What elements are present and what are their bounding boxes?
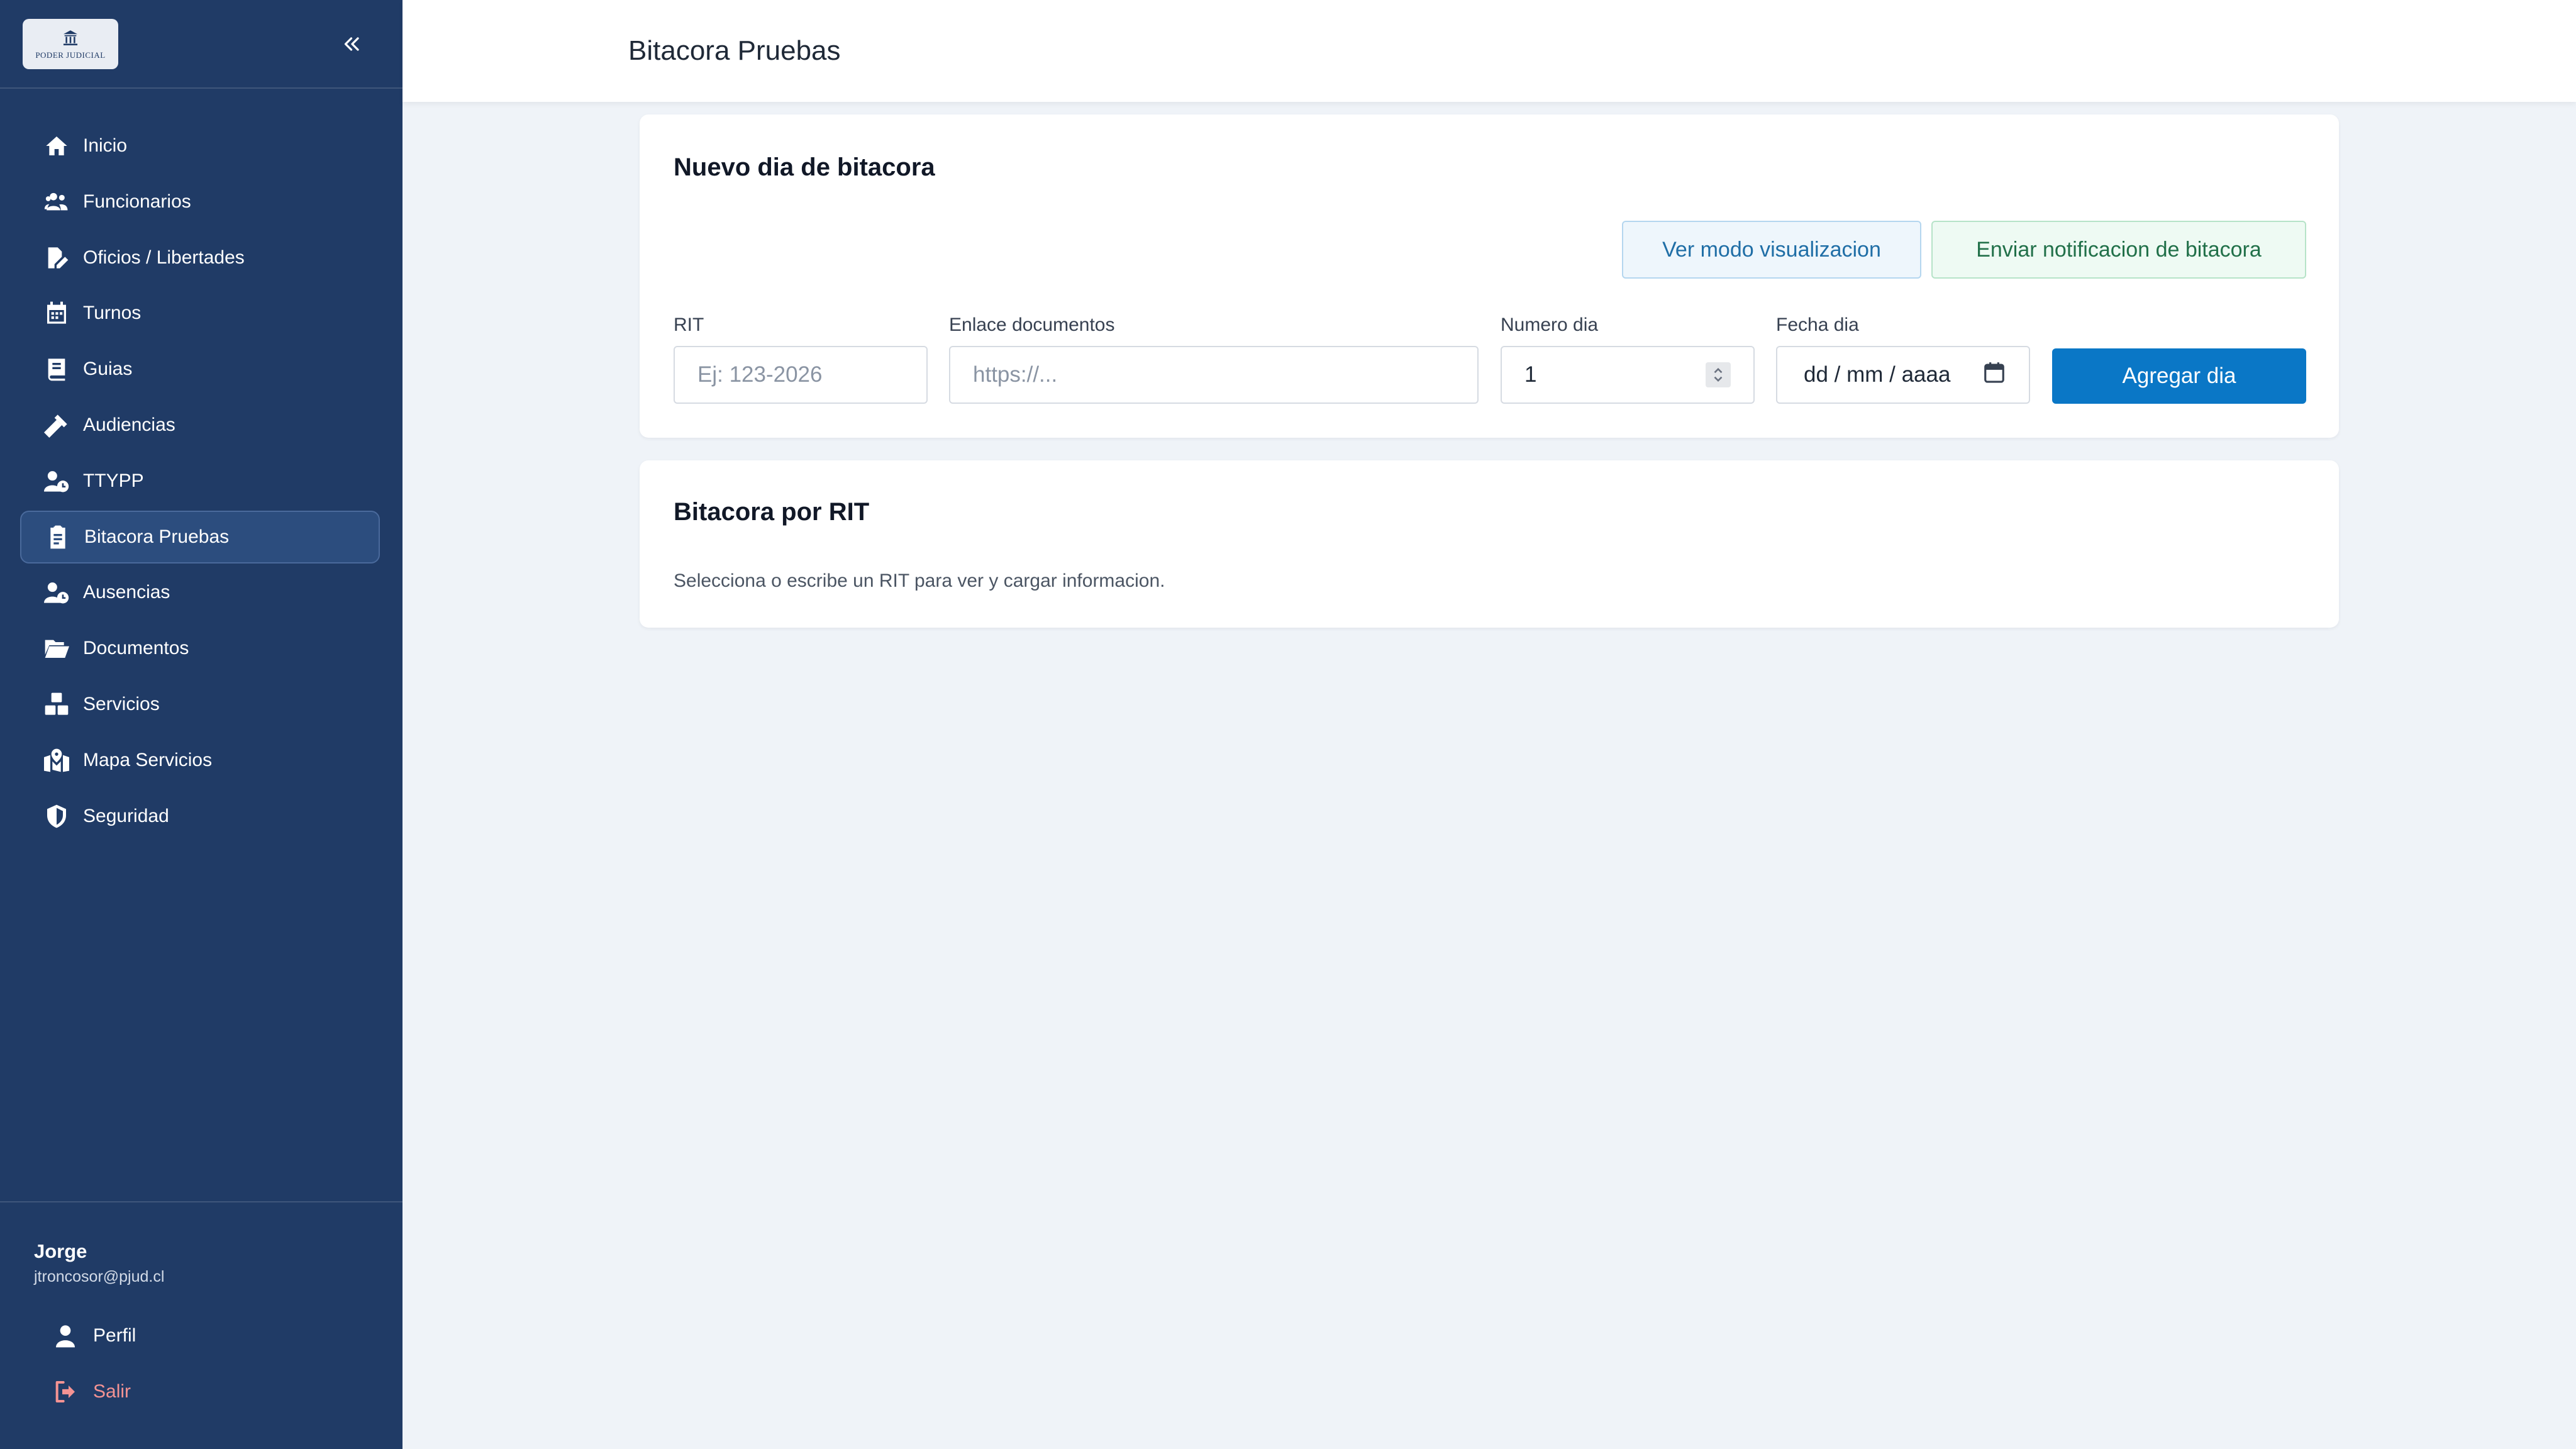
user-clock-icon xyxy=(43,467,70,495)
view-mode-button[interactable]: Ver modo visualizacion xyxy=(1622,221,1921,279)
sidebar-item-oficios[interactable]: Oficios / Libertades xyxy=(20,231,380,284)
sidebar-item-bitacora-pruebas[interactable]: Bitacora Pruebas xyxy=(20,510,380,564)
users-icon xyxy=(43,188,70,216)
user-name: Jorge xyxy=(34,1240,87,1262)
sidebar-item-label: TTYPP xyxy=(83,470,144,491)
sidebar-item-label: Ausencias xyxy=(83,582,170,603)
file-signature-icon xyxy=(43,244,70,272)
calendar-icon xyxy=(43,299,70,327)
sidebar-item-inicio[interactable]: Inicio xyxy=(20,119,380,172)
sidebar-item-label: Audiencias xyxy=(83,414,175,435)
boxes-icon xyxy=(43,691,70,718)
rit-input[interactable] xyxy=(697,362,904,387)
sidebar-item-label: Guias xyxy=(83,358,133,380)
sidebar-item-servicios[interactable]: Servicios xyxy=(20,678,380,731)
sidebar-item-label: Inicio xyxy=(83,135,128,156)
book-icon xyxy=(43,355,70,383)
gavel-icon xyxy=(43,411,70,439)
day-date-field[interactable]: dd / mm / aaaa xyxy=(1776,346,2030,404)
sidebar-item-label: Funcionarios xyxy=(83,191,191,212)
sidebar-header: PODER JUDICIAL xyxy=(0,0,402,89)
rit-field xyxy=(674,346,928,404)
day-number-label: Numero dia xyxy=(1501,314,1599,335)
map-marked-icon xyxy=(43,747,70,774)
sidebar-item-label: Seguridad xyxy=(83,805,169,826)
user-clock-icon xyxy=(43,579,70,606)
logout-link[interactable]: Salir xyxy=(53,1373,131,1411)
page-title: Bitacora Pruebas xyxy=(628,35,841,66)
sidebar-item-label: Bitacora Pruebas xyxy=(84,526,230,547)
sidebar: PODER JUDICIAL Inicio Funcionarios Ofici… xyxy=(0,0,402,1449)
calendar-picker-icon[interactable] xyxy=(1982,360,2006,390)
sidebar-item-mapa-servicios[interactable]: Mapa Servicios xyxy=(20,734,380,787)
sidebar-item-ausencias[interactable]: Ausencias xyxy=(20,566,380,619)
sidebar-item-audiencias[interactable]: Audiencias xyxy=(20,399,380,452)
user-icon xyxy=(56,1325,75,1348)
link-label: Enlace documentos xyxy=(949,314,1115,335)
user-email: jtroncosor@pjud.cl xyxy=(34,1268,165,1285)
day-number-value: 1 xyxy=(1524,362,1537,387)
add-day-button[interactable]: Agregar dia xyxy=(2052,348,2306,404)
logo-text: PODER JUDICIAL xyxy=(35,50,106,60)
sidebar-item-label: Mapa Servicios xyxy=(83,749,213,770)
rit-label: RIT xyxy=(674,314,704,335)
stepper-arrows-icon xyxy=(1714,368,1723,382)
sidebar-item-funcionarios[interactable]: Funcionarios xyxy=(20,175,380,228)
rit-log-hint: Selecciona o escribe un RIT para ver y c… xyxy=(674,570,1165,591)
rit-log-card: Bitacora por RIT Selecciona o escribe un… xyxy=(640,460,2339,628)
new-day-card-title: Nuevo dia de bitacora xyxy=(674,153,935,181)
clipboard-icon xyxy=(44,523,72,551)
home-icon xyxy=(43,132,70,160)
link-input[interactable] xyxy=(973,362,1455,387)
chevrons-left-icon xyxy=(344,37,359,51)
sidebar-item-label: Oficios / Libertades xyxy=(83,247,245,268)
courthouse-icon xyxy=(63,30,78,46)
topbar: Bitacora Pruebas xyxy=(402,0,2576,102)
day-date-label: Fecha dia xyxy=(1776,314,1859,335)
profile-link[interactable]: Perfil xyxy=(53,1317,136,1355)
profile-label: Perfil xyxy=(93,1325,136,1346)
sidebar-item-turnos[interactable]: Turnos xyxy=(20,287,380,340)
number-stepper[interactable] xyxy=(1706,362,1731,387)
shield-icon xyxy=(43,802,70,830)
sidebar-item-guias[interactable]: Guias xyxy=(20,343,380,396)
new-day-card: Nuevo dia de bitacora Ver modo visualiza… xyxy=(640,114,2339,438)
day-number-field[interactable]: 1 xyxy=(1501,346,1755,404)
sidebar-item-label: Documentos xyxy=(83,638,189,659)
logo[interactable]: PODER JUDICIAL xyxy=(23,19,118,69)
sidebar-item-label: Servicios xyxy=(83,693,160,714)
sidebar-item-ttypp[interactable]: TTYPP xyxy=(20,455,380,508)
sidebar-footer: Jorge jtroncosor@pjud.cl Perfil Salir xyxy=(0,1201,402,1449)
folder-open-icon xyxy=(43,635,70,662)
sidebar-item-seguridad[interactable]: Seguridad xyxy=(20,790,380,843)
sign-out-icon xyxy=(55,1381,75,1402)
collapse-sidebar-button[interactable] xyxy=(337,29,367,59)
sidebar-item-label: Turnos xyxy=(83,303,142,324)
logout-label: Salir xyxy=(93,1381,131,1402)
rit-log-card-title: Bitacora por RIT xyxy=(674,498,870,526)
send-notification-button[interactable]: Enviar notificacion de bitacora xyxy=(1931,221,2306,279)
link-field xyxy=(949,346,1479,404)
sidebar-nav: Inicio Funcionarios Oficios / Libertades… xyxy=(20,119,380,845)
day-date-value: dd / mm / aaaa xyxy=(1804,362,1951,387)
sidebar-item-documentos[interactable]: Documentos xyxy=(20,622,380,675)
